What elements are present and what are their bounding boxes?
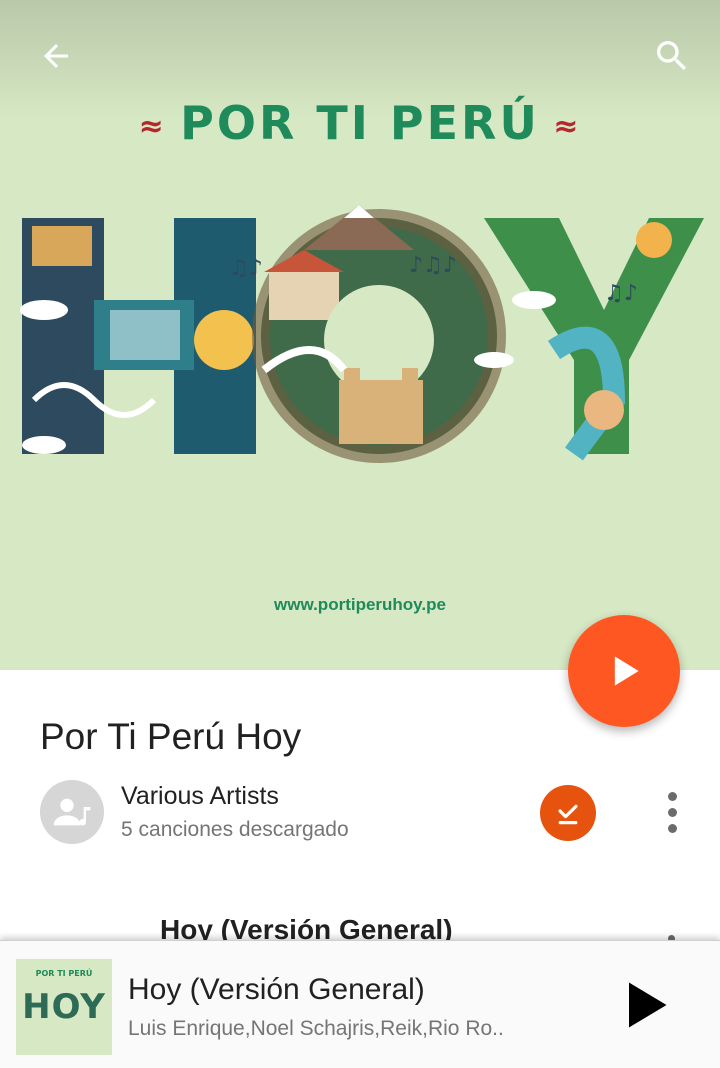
play-all-button[interactable] (568, 615, 680, 727)
arrow-back-icon (44, 44, 68, 68)
play-icon (629, 982, 667, 1028)
album-art-heading: ≈ POR TI PERÚ ≈ (138, 96, 582, 150)
artist-avatar[interactable] (40, 780, 104, 844)
mini-player[interactable]: POR TI PERÚ HOY Hoy (Versión General) Lu… (0, 940, 720, 1068)
now-playing-artist[interactable]: Luis Enrique,Noel Schajris,Reik,Rio Ro.. (128, 1017, 548, 1041)
album-art-url: www.portiperuhoy.pe (274, 595, 446, 614)
album-art-header: ≈ POR TI PERÚ ≈ ♪♫ ♫♪ ♪♫♪ ♫♪ www.portipe… (0, 0, 720, 670)
now-playing-title[interactable]: Hoy (Versión General) (128, 973, 425, 1007)
svg-text:♫♪: ♫♪ (229, 256, 263, 281)
mini-player-play-button[interactable] (608, 969, 680, 1041)
artist-music-icon (53, 798, 91, 826)
mini-art-word: HOY (22, 987, 106, 1027)
more-vert-icon (667, 823, 677, 833)
hoy-illustration: ♪♫ ♫♪ ♪♫♪ ♫♪ (20, 205, 704, 463)
play-icon (614, 656, 639, 686)
more-vert-icon (667, 791, 677, 801)
download-status: 5 canciones descargado (121, 818, 349, 841)
search-button[interactable] (648, 32, 696, 80)
more-options-button[interactable] (652, 786, 692, 838)
mini-art-heading: POR TI PERÚ (35, 969, 93, 978)
back-button[interactable] (32, 32, 80, 80)
flag-left-icon: ≈ (138, 109, 181, 144)
download-check-icon (558, 804, 578, 825)
more-vert-icon (667, 807, 677, 817)
album-artist[interactable]: Various Artists (121, 782, 279, 811)
download-button[interactable] (540, 785, 596, 841)
svg-text:♪♫: ♪♫ (44, 359, 78, 384)
album-title: Por Ti Perú Hoy (40, 716, 302, 757)
svg-text:♪♫♪: ♪♫♪ (409, 253, 457, 278)
mini-player-album-art[interactable]: POR TI PERÚ HOY (16, 959, 112, 1055)
flag-right-icon: ≈ (539, 109, 582, 144)
svg-text:♫♪: ♫♪ (604, 281, 638, 306)
search-icon (657, 41, 687, 71)
